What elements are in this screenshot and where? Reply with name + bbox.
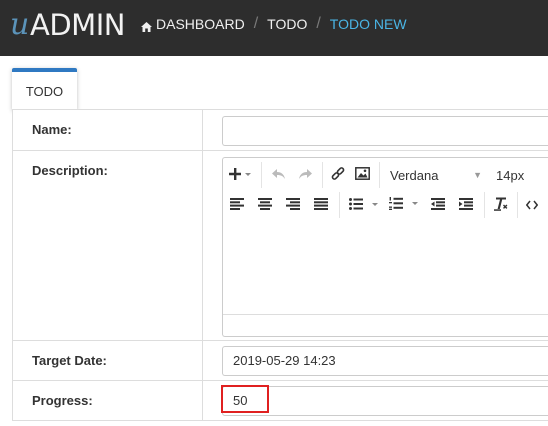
- outdent-button[interactable]: [424, 193, 452, 217]
- target-date-cell: 2019-05-29 14:23: [203, 341, 548, 380]
- insert-button[interactable]: [223, 163, 257, 187]
- bullet-list-button[interactable]: [344, 193, 384, 217]
- bullet-list-icon: [349, 197, 379, 213]
- breadcrumb-separator: /: [316, 15, 321, 32]
- indent-icon: [459, 197, 473, 213]
- toolbar-separator: [517, 192, 518, 218]
- image-button[interactable]: [349, 163, 375, 187]
- progress-label-cell: Progress:: [13, 381, 203, 421]
- description-cell: Verdana ▼ 14px: [203, 151, 548, 340]
- progress-input[interactable]: 50: [222, 386, 548, 416]
- form-row-progress: Progress: 50: [13, 381, 548, 421]
- align-left-button[interactable]: [223, 193, 251, 217]
- align-right-button[interactable]: [279, 193, 307, 217]
- undo-icon: [272, 168, 286, 183]
- form-row-name: Name:: [13, 110, 548, 151]
- name-label-cell: Name:: [13, 110, 203, 150]
- editor-toolbar-row-2: [223, 190, 548, 220]
- font-family-value: Verdana: [390, 167, 439, 183]
- align-justify-button[interactable]: [307, 193, 335, 217]
- toolbar-separator: [261, 162, 262, 188]
- font-size-select[interactable]: 14px: [496, 168, 524, 183]
- top-navbar: u ADMIN DASHBOARD / TODO / TODO NEW: [0, 0, 548, 56]
- brand-admin: ADMIN: [30, 8, 125, 42]
- code-icon: [525, 198, 539, 213]
- name-cell: [203, 110, 548, 150]
- target-date-input[interactable]: 2019-05-29 14:23: [222, 346, 548, 376]
- progress-highlight-box: [221, 385, 269, 413]
- form-row-target-date: Target Date: 2019-05-29 14:23: [13, 341, 548, 381]
- todo-form: Name: Description: Verdana ▼ 14px Target…: [12, 109, 548, 421]
- editor-statusbar: [223, 314, 548, 336]
- progress-label: Progress:: [32, 393, 93, 408]
- align-justify-icon: [314, 197, 328, 213]
- tab-todo-label: TODO: [25, 84, 64, 99]
- name-label: Name:: [32, 122, 72, 137]
- home-icon: [141, 19, 152, 32]
- image-icon: [354, 167, 370, 183]
- toolbar-separator: [379, 162, 380, 188]
- undo-button[interactable]: [266, 163, 292, 187]
- chevron-down-icon: ▼: [473, 170, 482, 180]
- redo-icon: [298, 168, 312, 183]
- description-label-cell: Description:: [13, 151, 203, 340]
- align-center-icon: [258, 197, 272, 213]
- code-view-button[interactable]: [522, 193, 542, 217]
- outdent-icon: [431, 197, 445, 213]
- align-left-icon: [230, 197, 244, 213]
- toolbar-separator: [322, 162, 323, 188]
- rich-text-editor[interactable]: Verdana ▼ 14px: [222, 157, 548, 337]
- brand-u: u: [10, 7, 30, 42]
- name-input[interactable]: [222, 116, 548, 146]
- breadcrumb: DASHBOARD / TODO / TODO NEW: [141, 14, 407, 34]
- clear-format-icon: [494, 197, 508, 214]
- numbered-list-button[interactable]: [384, 193, 424, 217]
- link-button[interactable]: [327, 163, 349, 187]
- target-date-label-cell: Target Date:: [13, 341, 203, 380]
- plus-icon: [229, 167, 251, 183]
- font-family-select[interactable]: Verdana ▼: [390, 168, 482, 183]
- numbered-list-icon: [389, 197, 419, 213]
- link-icon: [331, 166, 345, 184]
- tab-todo[interactable]: TODO: [12, 68, 77, 110]
- target-date-label: Target Date:: [32, 353, 107, 368]
- toolbar-separator: [339, 192, 340, 218]
- breadcrumb-separator: /: [253, 15, 259, 32]
- indent-button[interactable]: [452, 193, 480, 217]
- breadcrumb-todo-new: TODO NEW: [329, 16, 407, 32]
- font-size-value: 14px: [496, 167, 525, 183]
- editor-toolbar-row-1: Verdana ▼ 14px: [223, 160, 548, 190]
- breadcrumb-todo[interactable]: TODO: [267, 16, 307, 32]
- description-label: Description:: [32, 163, 108, 178]
- align-center-button[interactable]: [251, 193, 279, 217]
- align-right-icon: [286, 197, 300, 213]
- clear-format-button[interactable]: [489, 193, 513, 217]
- breadcrumb-dashboard[interactable]: DASHBOARD: [156, 16, 245, 32]
- toolbar-separator: [484, 192, 485, 218]
- redo-button[interactable]: [292, 163, 318, 187]
- form-row-description: Description: Verdana ▼ 14px: [13, 151, 548, 341]
